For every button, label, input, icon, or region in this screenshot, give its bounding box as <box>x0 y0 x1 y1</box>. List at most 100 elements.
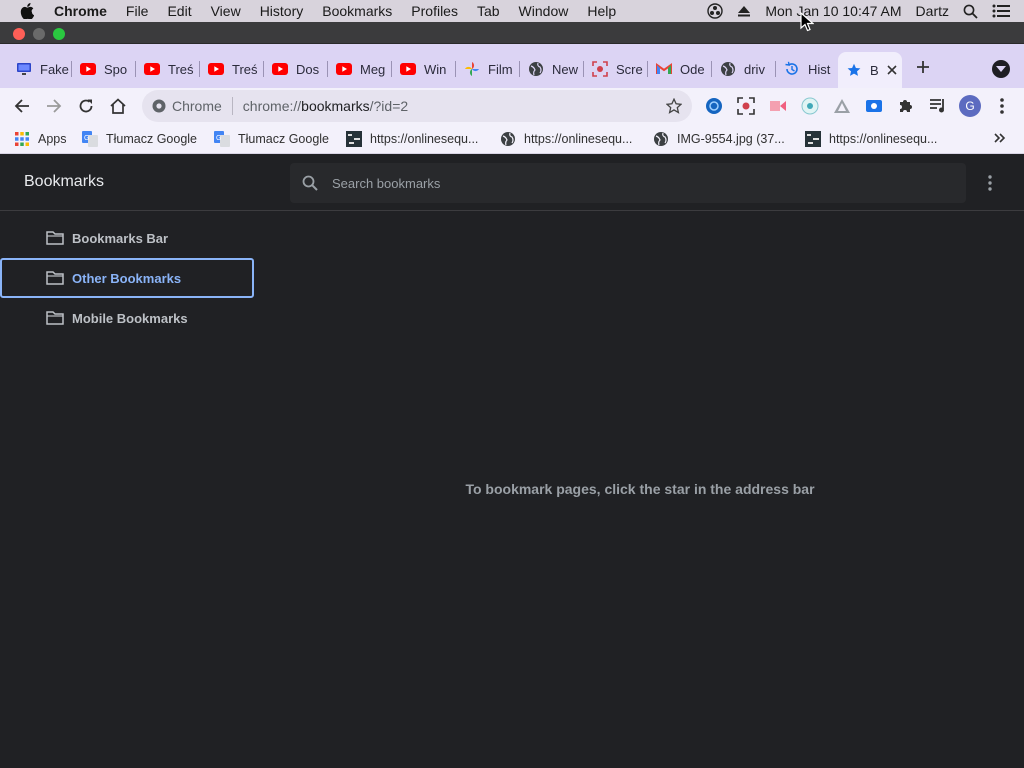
bookmark-star-icon[interactable] <box>666 98 682 114</box>
tab-label: Treś <box>168 61 194 77</box>
youtube-icon <box>272 61 288 77</box>
menu-profiles[interactable]: Profiles <box>411 3 458 19</box>
svg-text:G: G <box>216 135 221 142</box>
menubar-clock[interactable]: Mon Jan 10 10:47 AM <box>765 3 901 19</box>
menu-view[interactable]: View <box>211 3 241 19</box>
history-icon <box>784 61 800 77</box>
bookmark-item[interactable]: https://onlinesequ... <box>500 129 632 149</box>
window-close-button[interactable] <box>13 28 25 40</box>
tab[interactable]: Hist <box>784 58 834 80</box>
empty-list-message: To bookmark pages, click the star in the… <box>465 481 815 497</box>
apple-menu-icon[interactable] <box>20 3 38 19</box>
folder-label: Other Bookmarks <box>72 270 182 286</box>
tab[interactable]: Win <box>400 58 456 80</box>
bookmark-item[interactable]: IMG-9554.jpg (37... <box>653 129 785 149</box>
bookmarks-bar: Apps G Tłumacz Google G Tłumacz Google h… <box>0 124 1024 154</box>
bookmark-item[interactable]: https://onlinesequ... <box>805 129 937 149</box>
svg-text:G: G <box>84 135 89 142</box>
tab[interactable]: driv <box>720 58 776 80</box>
triangle-extension-icon[interactable] <box>830 94 854 118</box>
bookmark-item[interactable]: https://onlinesequ... <box>346 129 478 149</box>
youtube-icon <box>400 61 416 77</box>
tab[interactable]: Scre <box>592 58 648 80</box>
menu-file[interactable]: File <box>126 3 149 19</box>
window-zoom-button[interactable] <box>53 28 65 40</box>
globe-icon <box>500 131 516 147</box>
tab[interactable]: Fake <box>16 58 72 80</box>
window-minimize-button[interactable] <box>33 28 45 40</box>
address-bar[interactable]: Chrome chrome://bookmarks/?id=2 <box>142 90 692 122</box>
tab-label: Ode <box>680 61 705 77</box>
forward-arrow-icon[interactable] <box>42 94 66 118</box>
tab-close-icon[interactable] <box>887 65 897 75</box>
folder-label: Mobile Bookmarks <box>72 310 188 326</box>
tab-label: Scre <box>616 61 643 77</box>
obs-status-icon[interactable] <box>707 3 724 19</box>
spotlight-search-icon[interactable] <box>963 4 978 19</box>
bookmark-apps[interactable]: Apps <box>14 129 67 149</box>
globe-icon <box>720 61 736 77</box>
tab-label: Meg <box>360 61 386 77</box>
screen-capture-extension-icon[interactable] <box>862 94 886 118</box>
menu-bookmarks[interactable]: Bookmarks <box>322 3 392 19</box>
back-arrow-icon[interactable] <box>10 94 34 118</box>
tab-search-chevron-icon[interactable] <box>992 60 1010 78</box>
profile-avatar[interactable]: G <box>958 94 982 118</box>
menu-history[interactable]: History <box>260 3 304 19</box>
bookmark-item[interactable]: G Tłumacz Google <box>214 129 329 149</box>
screenshot-extension-icon[interactable] <box>734 94 758 118</box>
reload-icon[interactable] <box>74 94 98 118</box>
search-input[interactable] <box>332 175 932 191</box>
bookmarks-overflow-chevron-icon[interactable] <box>994 133 1006 143</box>
bookmark-item[interactable]: G Tłumacz Google <box>82 129 197 149</box>
menu-edit[interactable]: Edit <box>167 3 191 19</box>
star-icon <box>846 62 862 78</box>
control-center-icon[interactable] <box>992 4 1010 18</box>
tab[interactable]: Treś <box>208 58 264 80</box>
media-control-icon[interactable] <box>926 94 950 118</box>
menu-window[interactable]: Window <box>519 3 569 19</box>
google-translate-icon: G <box>82 131 98 147</box>
tab[interactable]: Spo <box>80 58 136 80</box>
folder-other-bookmarks[interactable]: Other Bookmarks <box>0 258 254 298</box>
home-icon[interactable] <box>106 94 130 118</box>
tab-active-bookmarks[interactable]: B <box>838 52 902 88</box>
omnibox-url[interactable]: chrome://bookmarks/?id=2 <box>243 98 408 114</box>
window-title-bar <box>0 22 1024 44</box>
youtube-icon <box>208 61 224 77</box>
eject-icon[interactable] <box>737 4 751 18</box>
menu-app-name[interactable]: Chrome <box>54 3 107 19</box>
tab-label: Hist <box>808 61 831 77</box>
tab[interactable]: Ode <box>656 58 712 80</box>
search-bookmarks-box[interactable] <box>290 163 966 203</box>
apps-grid-icon <box>14 131 30 147</box>
omnibox-scheme-label: Chrome <box>172 98 222 114</box>
bookmark-label: IMG-9554.jpg (37... <box>677 132 785 146</box>
bookmark-label: Tłumacz Google <box>238 132 330 146</box>
mouse-cursor-icon <box>800 12 814 32</box>
browser-toolbar: Chrome chrome://bookmarks/?id=2 G <box>0 88 1024 124</box>
tab[interactable]: Meg <box>336 58 392 80</box>
extension-blue-circle-icon[interactable] <box>702 94 726 118</box>
menubar-user[interactable]: Dartz <box>916 3 949 19</box>
tab[interactable]: Film <box>464 58 520 80</box>
new-tab-plus-icon[interactable] <box>916 60 930 74</box>
folder-bookmarks-bar[interactable]: Bookmarks Bar <box>0 218 254 258</box>
menu-tab[interactable]: Tab <box>477 3 500 19</box>
tab-label: New <box>552 61 579 77</box>
chrome-logo-icon[interactable] <box>152 99 166 113</box>
chrome-menu-kebab-icon[interactable] <box>990 94 1014 118</box>
tab[interactable]: Treś <box>144 58 200 80</box>
menu-help[interactable]: Help <box>587 3 616 19</box>
gmail-icon <box>656 61 672 77</box>
extensions-puzzle-icon[interactable] <box>894 94 918 118</box>
tab-label: Fake <box>40 61 69 77</box>
page-title: Bookmarks <box>24 173 105 190</box>
circle-extension-icon[interactable] <box>798 94 822 118</box>
organize-menu-kebab-icon[interactable] <box>980 173 1000 193</box>
record-extension-icon[interactable] <box>766 94 790 118</box>
tab-label: Treś <box>232 61 258 77</box>
tab[interactable]: New <box>528 58 584 80</box>
tab[interactable]: Dos <box>272 58 328 80</box>
folder-mobile-bookmarks[interactable]: Mobile Bookmarks <box>0 298 254 338</box>
